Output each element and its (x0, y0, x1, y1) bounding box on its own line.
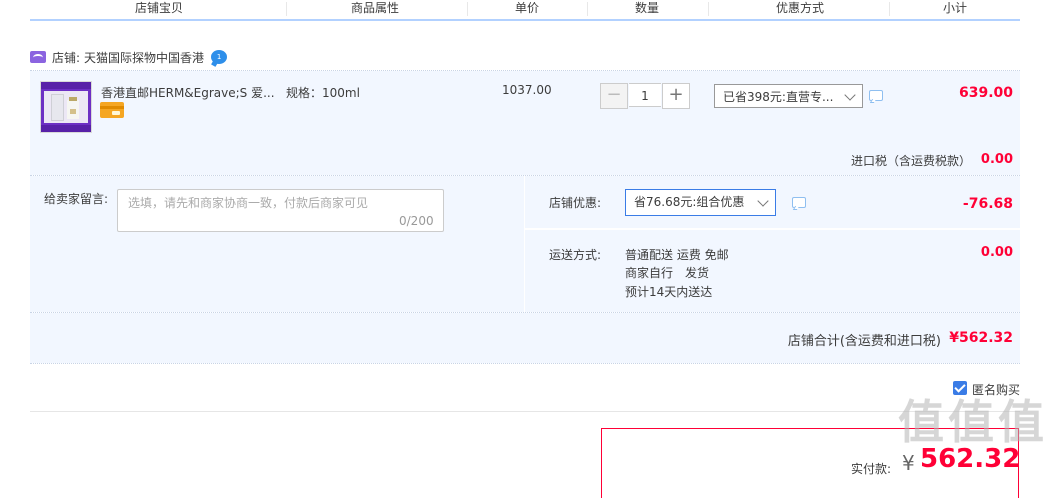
divider (30, 411, 1020, 412)
column-divider (524, 176, 525, 312)
message-counter: 0/200 (399, 214, 434, 228)
promo-selected: 已省398元:直营专... (723, 90, 834, 104)
shop-total-value: ¥562.32 (949, 330, 1013, 346)
payment-label: 实付款: (851, 462, 892, 476)
shipping-sender: 商家自行 发货 (625, 266, 710, 280)
row-divider (525, 228, 1020, 230)
item-subtotal: 639.00 (958, 85, 1013, 101)
tmall-icon (30, 51, 46, 63)
chevron-down-icon (844, 89, 856, 101)
shop-total-label: 店铺合计(含运费和进口税) (787, 334, 941, 349)
message-label: 给卖家留言: (44, 192, 109, 206)
header-col-attributes: 商品属性 (350, 1, 399, 15)
header-col-shop-item: 店铺宝贝 (134, 1, 183, 15)
quantity-decrease-button[interactable]: − (600, 83, 628, 109)
cart-header: 店铺宝贝 商品属性 单价 数量 优惠方式 小计 (30, 0, 1020, 21)
header-separator (587, 2, 588, 16)
anonymous-checkbox[interactable] (953, 381, 967, 395)
shipping-eta: 预计14天内送达 (625, 285, 713, 299)
promo-select[interactable]: 已省398元:直营专... (714, 84, 863, 108)
shop-label: 店铺: (52, 50, 81, 65)
comment-icon[interactable] (869, 90, 883, 101)
chevron-down-icon (757, 195, 769, 207)
header-separator (286, 2, 287, 16)
product-image (41, 82, 91, 132)
quantity-stepper: − 1 + (600, 83, 690, 109)
product-thumbnail[interactable] (40, 81, 92, 133)
divider (30, 363, 1020, 364)
shop-row: 店铺: 天猫国际探物中国香港 1 (30, 45, 228, 69)
chat-badge: 1 (216, 53, 222, 61)
header-col-unit-price: 单价 (514, 1, 539, 15)
import-tax-label: 进口税（含运费税款） (850, 154, 971, 168)
shop-discount-label: 店铺优惠: (549, 196, 602, 210)
shop-discount-value: -76.68 (962, 196, 1013, 212)
unit-price: 1037.00 (502, 83, 552, 97)
import-tax-value: 0.00 (980, 152, 1013, 167)
message-input[interactable] (117, 189, 444, 232)
quantity-input[interactable]: 1 (629, 83, 661, 107)
card-icon (100, 102, 124, 118)
shop-name-link[interactable]: 天猫国际探物中国香港 (84, 49, 204, 66)
chat-icon[interactable]: 1 (211, 50, 228, 64)
shipping-value: 0.00 (980, 245, 1013, 260)
product-spec: 规格：100ml (286, 86, 360, 100)
header-col-subtotal: 小计 (942, 1, 967, 15)
header-separator (467, 2, 468, 16)
shop-discount-selected: 省76.68元:组合优惠 (634, 195, 745, 209)
product-title-link[interactable]: 香港直邮HERM&Egrave;S 爱... (101, 84, 281, 101)
header-separator (708, 2, 709, 16)
header-separator (889, 2, 890, 16)
shipping-method: 普通配送 运费 免邮 (625, 248, 729, 262)
shop-discount-select[interactable]: 省76.68元:组合优惠 (625, 189, 776, 216)
header-col-quantity: 数量 (634, 1, 659, 15)
shipping-label: 运送方式: (549, 248, 602, 262)
payment-currency: ¥ (902, 451, 915, 475)
quantity-increase-button[interactable]: + (662, 83, 690, 109)
watermark: 值 值 值 (898, 395, 1044, 449)
comment-icon[interactable] (792, 197, 806, 208)
header-col-promotion: 优惠方式 (775, 1, 824, 15)
